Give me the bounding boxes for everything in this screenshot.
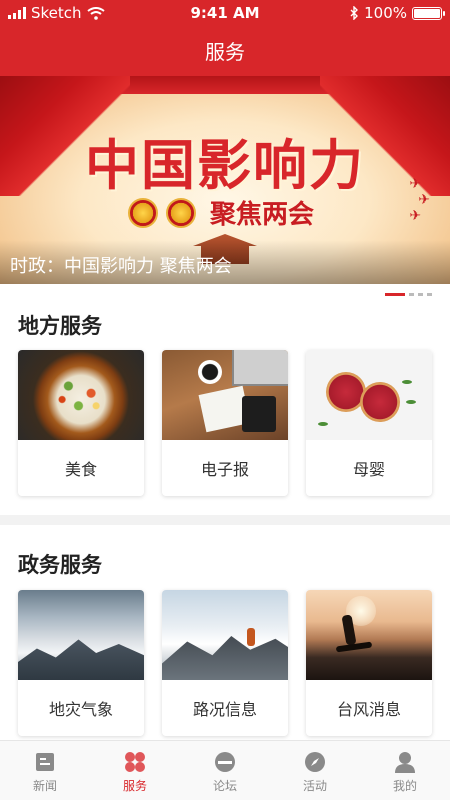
service-card-label: 美食 xyxy=(64,460,97,479)
food-image xyxy=(18,350,144,440)
disaster-weather-image xyxy=(18,590,144,680)
profile-icon xyxy=(394,751,416,773)
battery-percent: 100% xyxy=(364,4,407,22)
tab-activity[interactable]: 活动 xyxy=(270,741,360,800)
service-card-label: 电子报 xyxy=(200,460,249,479)
tab-label: 服务 xyxy=(122,779,147,793)
tab-label: 我的 xyxy=(392,779,417,793)
pager-dot[interactable] xyxy=(409,293,414,296)
bluetooth-icon xyxy=(350,6,359,20)
service-card-maternity[interactable]: 母婴 xyxy=(306,350,432,496)
gov-services-grid: 地灾气象 路况信息 台风消息 xyxy=(18,590,432,736)
tab-label: 论坛 xyxy=(212,779,237,793)
pager-dot[interactable] xyxy=(418,293,423,296)
tab-profile[interactable]: 我的 xyxy=(360,741,450,800)
birds-decoration: ✈ ✈ ✈ xyxy=(409,176,430,224)
service-card-epaper[interactable]: 电子报 xyxy=(162,350,288,496)
section-divider xyxy=(0,515,450,525)
gov-services-title: 政务服务 xyxy=(18,553,102,577)
news-icon xyxy=(34,751,56,773)
road-info-image xyxy=(162,590,288,680)
app-screen: Sketch 9:41 AM 100% 服务 中国影响力 聚焦两会 ✈ ✈ ✈ … xyxy=(0,0,450,800)
banner-carousel[interactable]: 中国影响力 聚焦两会 ✈ ✈ ✈ 时政：中国影响力 聚焦两会 xyxy=(0,76,450,284)
local-services-title: 地方服务 xyxy=(18,314,102,338)
banner-headline: 中国影响力 xyxy=(85,133,365,197)
activity-compass-icon xyxy=(304,751,326,773)
service-card-road-info[interactable]: 路况信息 xyxy=(162,590,288,736)
maternity-image xyxy=(306,350,432,440)
tab-forum[interactable]: 论坛 xyxy=(180,741,270,800)
banner-pager xyxy=(385,293,432,296)
epaper-image xyxy=(162,350,288,440)
battery-icon xyxy=(412,6,445,20)
pager-dot-active[interactable] xyxy=(385,293,405,296)
service-card-label: 母婴 xyxy=(352,460,385,479)
service-card-typhoon[interactable]: 台风消息 xyxy=(306,590,432,736)
service-card-label: 地灾气象 xyxy=(48,700,113,719)
typhoon-image xyxy=(306,590,432,680)
status-right: 100% xyxy=(349,4,445,22)
service-card-food[interactable]: 美食 xyxy=(18,350,144,496)
banner-subline: 聚焦两会 xyxy=(210,200,315,230)
national-emblem-icon xyxy=(128,197,158,228)
tab-label: 活动 xyxy=(302,779,327,793)
cppcc-emblem-icon xyxy=(166,197,196,228)
top-bar: Sketch 9:41 AM 100% 服务 xyxy=(0,0,450,76)
forum-icon xyxy=(214,751,236,773)
services-icon xyxy=(124,751,146,773)
tab-services[interactable]: 服务 xyxy=(90,741,180,800)
status-bar: Sketch 9:41 AM 100% xyxy=(0,0,450,26)
service-card-label: 路况信息 xyxy=(192,700,257,719)
service-card-disaster-weather[interactable]: 地灾气象 xyxy=(18,590,144,736)
page-title: 服务 xyxy=(205,40,245,64)
local-services-grid: 美食 电子报 母婴 xyxy=(18,350,432,496)
banner-caption: 时政：中国影响力 聚焦两会 xyxy=(0,240,450,284)
tab-label: 新闻 xyxy=(32,779,57,793)
pager-dot[interactable] xyxy=(427,293,432,296)
tab-news[interactable]: 新闻 xyxy=(0,741,90,800)
service-card-label: 台风消息 xyxy=(336,700,401,719)
banner-subline-group: 聚焦两会 xyxy=(128,194,314,231)
tab-bar: 新闻 服务 论坛 活动 我的 xyxy=(0,740,450,800)
